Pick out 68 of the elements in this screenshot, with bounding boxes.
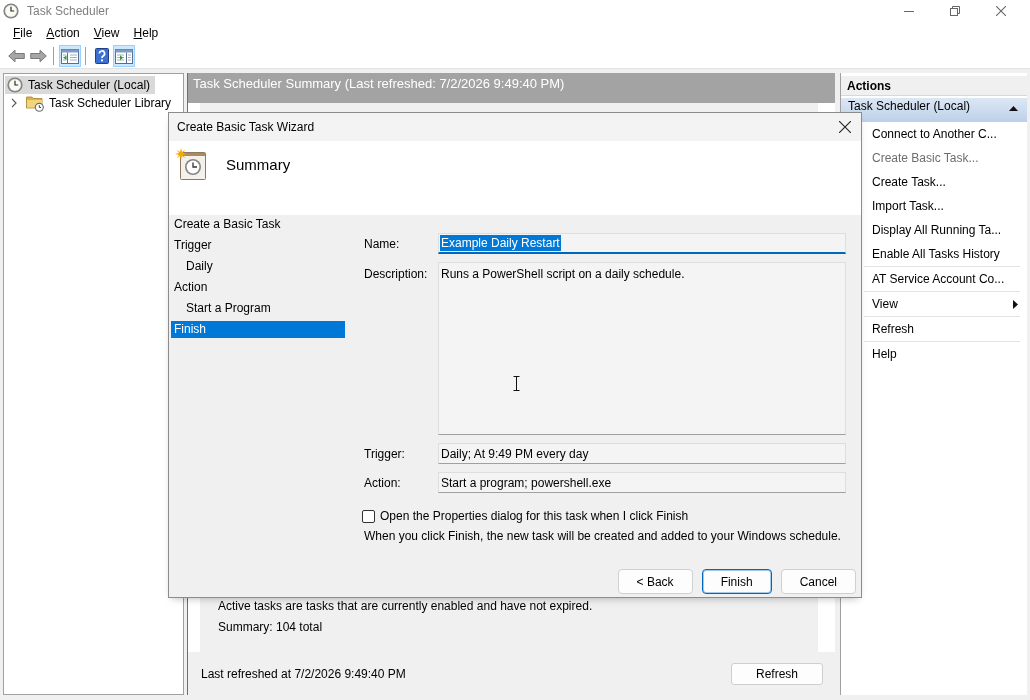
pane-command[interactable]: View: [864, 292, 1020, 316]
wizard-step: Trigger: [171, 237, 345, 254]
close-icon: [996, 6, 1006, 16]
wizard-step: Finish: [171, 321, 345, 338]
pane-title: Actions: [841, 76, 1027, 96]
side-pane-icon: [115, 48, 133, 64]
field-value: Runs a PowerShell script on a daily schedule.: [440, 266, 686, 282]
restore-icon: [950, 6, 960, 16]
menu-item[interactable]: File: [6, 24, 40, 42]
clock-icon: [7, 77, 23, 93]
chevron-right-icon[interactable]: [10, 98, 18, 108]
wizard-step: Start a Program: [171, 300, 345, 317]
summary-text: Active tasks are tasks that are currently enabled and have not expired.: [218, 599, 594, 614]
tree-item[interactable]: Task Scheduler (Local): [5, 76, 156, 94]
calendar-clock-icon: [175, 148, 206, 180]
text-field[interactable]: Example Daily Restart: [438, 233, 846, 254]
folder-clock-icon: [26, 94, 44, 112]
close-icon: [839, 121, 851, 133]
clock-icon: [3, 3, 19, 19]
wizard-heading: Summary: [226, 156, 291, 174]
wizard-button[interactable]: < Back: [617, 569, 693, 594]
readonly-field[interactable]: Daily; At 9:49 PM every day: [438, 443, 846, 464]
checkbox-label[interactable]: Open the Properties dialog for this task when I click Finish: [380, 509, 689, 523]
wizard-button[interactable]: Finish: [701, 569, 772, 594]
section-header[interactable]: Task Scheduler (Local): [841, 98, 1027, 122]
readonly-field[interactable]: Start a program; powershell.exe: [438, 472, 846, 493]
field-label: Description:: [364, 266, 429, 281]
console-tree-button[interactable]: [59, 45, 81, 67]
section-title: Task Scheduler (Local): [848, 99, 971, 112]
pane-command[interactable]: Help: [864, 342, 1020, 366]
menu-item[interactable]: View: [86, 24, 127, 42]
pane-command[interactable]: Display All Running Ta...: [864, 218, 1020, 242]
dialog-title: Create Basic Task Wizard: [177, 120, 315, 134]
pane-command[interactable]: AT Service Account Co...: [864, 267, 1020, 291]
arrow-left-icon: [7, 49, 25, 63]
pane-command[interactable]: Connect to Another C...: [864, 122, 1020, 146]
pane-command[interactable]: Enable All Tasks History: [864, 242, 1020, 266]
text-cursor-icon: [513, 376, 520, 391]
menu-item[interactable]: Action: [39, 24, 87, 42]
wizard-step: Daily: [171, 258, 345, 275]
menu-item[interactable]: Help: [126, 24, 166, 42]
field-label: Action:: [364, 475, 402, 490]
window-title: Task Scheduler: [27, 4, 110, 18]
last-refreshed-text: Last refreshed at 7/2/2026 9:49:40 PM: [201, 666, 406, 681]
field-label: Name:: [364, 236, 401, 251]
pane-command[interactable]: Refresh: [864, 317, 1020, 341]
field-label: Trigger:: [364, 446, 406, 461]
text-area[interactable]: Runs a PowerShell script on a daily schedule.: [438, 262, 846, 435]
summary-text: Summary: 104 total: [218, 620, 324, 635]
caret-right-icon: [1013, 299, 1018, 309]
tree-item[interactable]: Task Scheduler Library: [24, 94, 177, 112]
help-icon: [95, 48, 109, 64]
minimize-icon: [904, 10, 914, 12]
wizard-step: Action: [171, 279, 345, 296]
pane-command[interactable]: Import Task...: [864, 194, 1020, 218]
tree-pane-icon: [61, 48, 79, 64]
field-value: Start a program; powershell.exe: [440, 474, 613, 491]
pane-header: Task Scheduler Summary (Last refreshed: 7/2/2026 9:49:40 PM): [188, 73, 835, 103]
field-value: Daily; At 9:49 PM every day: [440, 445, 590, 462]
refresh-button[interactable]: Refresh: [731, 662, 823, 685]
wizard-step: Create a Basic Task: [171, 216, 345, 233]
wizard-button[interactable]: Cancel: [780, 569, 856, 594]
field-value: Example Daily Restart: [440, 235, 561, 251]
arrow-right-icon: [29, 49, 47, 63]
pane-command[interactable]: Create Task...: [864, 170, 1020, 194]
checkbox[interactable]: [362, 509, 375, 523]
note-text: When you click Finish, the new task will be created and added to your Windows schedule.: [364, 529, 842, 543]
side-pane-button[interactable]: [113, 45, 135, 67]
